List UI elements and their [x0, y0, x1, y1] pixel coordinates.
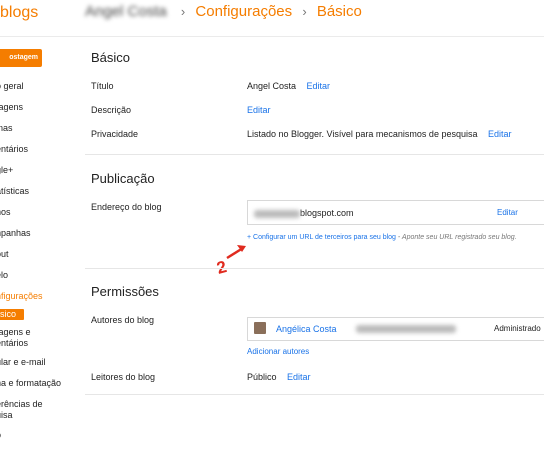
sidebar-item-mobile-email[interactable]: ular e e-mail [0, 357, 46, 368]
breadcrumb: Angel Costa › Configurações › Básico [85, 3, 362, 20]
section-divider [85, 268, 544, 269]
breadcrumb-settings[interactable]: Configurações [195, 3, 292, 20]
new-post-button[interactable]: ostagem [0, 49, 42, 67]
sidebar-item-template[interactable]: elo [0, 270, 8, 281]
privacy-edit-link[interactable]: Editar [488, 129, 512, 139]
section-title-basic: Básico [91, 50, 131, 65]
sidebar-item-posts-comments[interactable]: tagens e [0, 327, 31, 338]
sidebar-item-layout[interactable]: out [0, 249, 9, 260]
blog-readers-edit-link[interactable]: Editar [287, 372, 311, 382]
third-party-url-row: + Configurar um URL de terceiros para se… [247, 233, 544, 243]
add-authors-link[interactable]: Adicionar autores [247, 347, 309, 356]
blog-address-value: blogspot.com [254, 208, 354, 218]
sidebar-item-earnings[interactable]: hos [0, 207, 11, 218]
settings-main: Básico Título Angel Costa Editar Descriç… [85, 36, 544, 450]
blog-address-edit-link[interactable]: Editar [497, 208, 518, 217]
blog-readers-value: Público [247, 372, 277, 382]
blog-address-box: blogspot.com Editar [247, 200, 544, 225]
section-divider [85, 394, 544, 395]
privacy-label: Privacidade [91, 129, 139, 139]
sidebar-item-posts-comments-line2[interactable]: entários [0, 338, 28, 349]
breadcrumb-separator: › [180, 4, 186, 19]
blog-authors-label: Autores do blog [91, 315, 155, 325]
sidebar-item-posts[interactable]: tagens [0, 102, 23, 113]
annotation-arrow-icon [226, 245, 246, 260]
avatar [254, 322, 266, 334]
blog-address-redacted [254, 209, 300, 218]
brand-title[interactable]: blogs [0, 4, 38, 22]
sidebar-item-search-preferences[interactable]: erências de [0, 399, 43, 410]
third-party-url-hint: - Aponte seu URL registrado seu blog. [395, 234, 517, 241]
blog-readers-row: Público Editar [247, 372, 311, 382]
sidebar: ostagem o geral tagens inas entários gle… [0, 36, 84, 450]
title-value-row: Angel Costa Editar [247, 81, 330, 91]
author-row: Angélica Costa Administrado [247, 317, 544, 341]
author-email-redacted [356, 325, 456, 333]
section-divider [85, 154, 544, 155]
privacy-value-row: Listado no Blogger. Visível para mecanis… [247, 129, 512, 139]
section-title-publishing: Publicação [91, 171, 155, 186]
sidebar-item-campaigns[interactable]: npanhas [0, 228, 31, 239]
sidebar-item-comments[interactable]: entários [0, 144, 28, 155]
third-party-url-link[interactable]: + Configurar um URL de terceiros para se… [247, 234, 396, 241]
breadcrumb-owner[interactable]: Angel Costa [85, 3, 167, 20]
sidebar-item-settings[interactable]: nfigurações [0, 291, 43, 302]
author-role[interactable]: Administrado [494, 324, 541, 333]
title-edit-link[interactable]: Editar [307, 81, 331, 91]
blog-address-suffix: blogspot.com [300, 208, 354, 218]
top-bar: blogs Angel Costa › Configurações › Bási… [0, 0, 544, 37]
sidebar-item-language-formatting[interactable]: na e formatação [0, 378, 61, 389]
title-label: Título [91, 81, 114, 91]
author-name-link[interactable]: Angélica Costa [276, 324, 337, 334]
privacy-value: Listado no Blogger. Visível para mecanis… [247, 129, 478, 139]
description-edit-link[interactable]: Editar [247, 105, 271, 115]
sidebar-item-basic[interactable]: sico [0, 309, 25, 320]
breadcrumb-basic: Básico [316, 3, 362, 20]
sidebar-item-stats[interactable]: atísticas [0, 186, 29, 197]
section-title-permissions: Permissões [91, 284, 159, 299]
sidebar-item-pages[interactable]: inas [0, 123, 13, 134]
blog-address-label: Endereço do blog [91, 202, 162, 212]
sidebar-item-google-plus[interactable]: gle+ [0, 165, 13, 176]
sidebar-item-other[interactable]: o [0, 430, 1, 441]
breadcrumb-separator: › [302, 4, 307, 19]
sidebar-item-overview[interactable]: o geral [0, 81, 24, 92]
title-value: Angel Costa [247, 81, 297, 91]
blog-readers-label: Leitores do blog [91, 372, 156, 382]
sidebar-item-search-preferences-line2[interactable]: uisa [0, 410, 13, 421]
description-label: Descrição [91, 105, 132, 115]
